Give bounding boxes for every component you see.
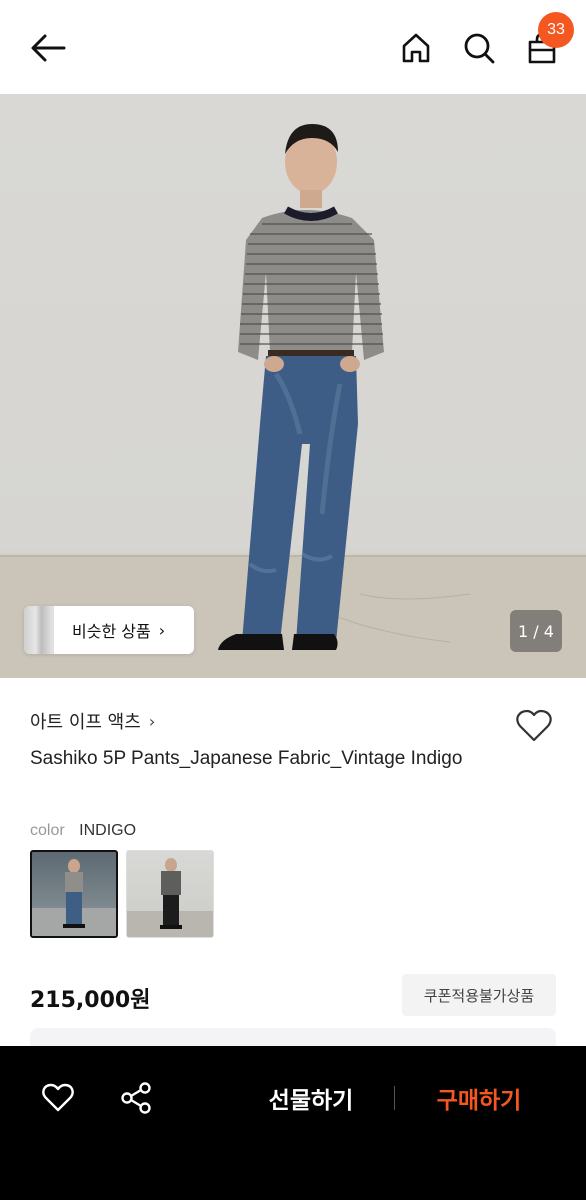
product-photo-model — [0, 124, 586, 678]
color-option-thumbnail[interactable] — [126, 850, 214, 938]
product-price: 215,000원 — [30, 988, 151, 1013]
color-option-thumbnail-selected[interactable] — [30, 850, 118, 938]
cart-count-badge: 33 — [538, 12, 574, 48]
buy-button[interactable]: 구매하기 — [424, 1076, 534, 1120]
swatch-photo-model — [32, 859, 116, 936]
chevron-right-icon: › — [158, 620, 166, 640]
share-button[interactable] — [114, 1076, 158, 1120]
similar-products-thumbnail — [24, 606, 54, 654]
heart-outline-icon — [42, 1083, 74, 1112]
similar-products-label: 비슷한 상품 — [72, 622, 151, 641]
similar-products-button[interactable]: 비슷한 상품 › — [24, 606, 194, 654]
product-image-carousel[interactable]: 비슷한 상품 › 1 / 4 — [0, 94, 586, 678]
heart-outline-icon — [516, 709, 552, 742]
gift-button[interactable]: 선물하기 — [256, 1076, 366, 1120]
product-detail-page: 33 비슷한 상품 › 1 / 4 아트 이프 액츠 › Sashiko 5P … — [0, 0, 586, 1200]
home-button[interactable] — [392, 24, 440, 72]
top-navigation-bar: 33 — [0, 0, 586, 94]
brand-link[interactable]: 아트 이프 액츠 › — [30, 708, 155, 734]
divider — [394, 1086, 395, 1110]
search-icon — [464, 33, 495, 64]
bottom-action-bar: 선물하기 구매하기 — [0, 1046, 586, 1200]
arrow-left-icon — [31, 34, 66, 62]
color-info: color INDIGO — [30, 822, 136, 840]
back-button[interactable] — [24, 24, 72, 72]
like-button[interactable] — [36, 1076, 80, 1120]
coupon-unavailable-badge: 쿠폰적용불가상품 — [402, 974, 556, 1016]
wishlist-button[interactable] — [512, 704, 556, 748]
search-button[interactable] — [455, 24, 503, 72]
home-icon — [402, 33, 430, 63]
chevron-right-icon: › — [148, 711, 156, 731]
image-pager-indicator: 1 / 4 — [510, 610, 562, 652]
color-value: INDIGO — [79, 822, 137, 839]
product-title: Sashiko 5P Pants_Japanese Fabric_Vintage… — [30, 748, 463, 769]
color-label: color — [30, 822, 65, 839]
brand-name: 아트 이프 액츠 — [30, 712, 141, 733]
share-icon — [121, 1082, 151, 1114]
swatch-photo-model — [127, 858, 213, 937]
